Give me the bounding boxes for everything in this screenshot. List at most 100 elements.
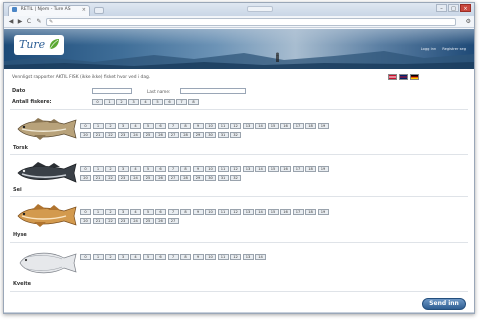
catch-kveite-button-14[interactable]: 14 (255, 254, 266, 260)
catch-hyse-button-10[interactable]: 10 (205, 209, 216, 215)
catch-kveite-button-11[interactable]: 11 (217, 254, 229, 260)
last-name-field[interactable] (180, 88, 246, 94)
catch-sei-button-28[interactable]: 28 (180, 175, 191, 181)
catch-torsk-button-23[interactable]: 23 (117, 132, 129, 138)
catch-sei-button-22[interactable]: 22 (105, 175, 116, 181)
catch-torsk-button-27[interactable]: 27 (167, 132, 179, 138)
catch-sei-button-5[interactable]: 5 (142, 166, 154, 172)
catch-hyse-button-20[interactable]: 20 (80, 218, 91, 224)
catch-torsk-button-7[interactable]: 7 (167, 123, 179, 129)
catch-torsk-button-22[interactable]: 22 (105, 132, 116, 138)
send-button[interactable]: Send inn (422, 298, 466, 310)
catch-hyse-button-8[interactable]: 8 (180, 209, 191, 215)
catch-sei-button-24[interactable]: 24 (130, 175, 141, 181)
catch-torsk-button-20[interactable]: 20 (80, 132, 91, 138)
fisher-count-button-5[interactable]: 5 (152, 99, 163, 105)
catch-torsk-button-28[interactable]: 28 (180, 132, 191, 138)
catch-torsk-button-29[interactable]: 29 (192, 132, 204, 138)
fisher-count-button-4[interactable]: 4 (140, 99, 151, 105)
norway-flag-icon[interactable] (388, 74, 397, 80)
forward-icon[interactable]: ▶ (16, 18, 24, 26)
catch-hyse-button-5[interactable]: 5 (142, 209, 154, 215)
catch-hyse-button-25[interactable]: 25 (142, 218, 154, 224)
catch-hyse-button-13[interactable]: 13 (242, 209, 254, 215)
catch-sei-button-20[interactable]: 20 (80, 175, 91, 181)
back-icon[interactable]: ◀ (7, 18, 15, 26)
uk-flag-icon[interactable] (399, 74, 408, 80)
reload-icon[interactable]: C (25, 18, 33, 26)
catch-sei-button-3[interactable]: 3 (117, 166, 129, 172)
catch-hyse-button-9[interactable]: 9 (192, 209, 204, 215)
fisher-count-button-6[interactable]: 6 (164, 99, 175, 105)
catch-sei-button-29[interactable]: 29 (192, 175, 204, 181)
catch-sei-button-23[interactable]: 23 (117, 175, 129, 181)
catch-kveite-button-12[interactable]: 12 (230, 254, 241, 260)
catch-hyse-button-3[interactable]: 3 (117, 209, 129, 215)
new-tab-button[interactable] (94, 7, 104, 14)
catch-sei-button-30[interactable]: 30 (205, 175, 216, 181)
catch-sei-button-27[interactable]: 27 (167, 175, 179, 181)
catch-hyse-button-22[interactable]: 22 (105, 218, 116, 224)
catch-torsk-button-16[interactable]: 16 (280, 123, 291, 129)
catch-kveite-button-0[interactable]: 0 (80, 254, 91, 260)
catch-torsk-button-14[interactable]: 14 (255, 123, 266, 129)
catch-hyse-button-11[interactable]: 11 (217, 209, 229, 215)
catch-torsk-button-18[interactable]: 18 (305, 123, 316, 129)
date-field[interactable] (92, 88, 132, 94)
catch-hyse-button-6[interactable]: 6 (155, 209, 166, 215)
catch-kveite-button-8[interactable]: 8 (180, 254, 191, 260)
catch-sei-button-21[interactable]: 21 (92, 175, 104, 181)
address-bar[interactable]: ✎ (46, 18, 456, 26)
catch-hyse-button-26[interactable]: 26 (155, 218, 166, 224)
catch-torsk-button-5[interactable]: 5 (142, 123, 154, 129)
catch-hyse-button-4[interactable]: 4 (130, 209, 141, 215)
catch-sei-button-25[interactable]: 25 (142, 175, 154, 181)
catch-sei-button-9[interactable]: 9 (192, 166, 204, 172)
catch-sei-button-8[interactable]: 8 (180, 166, 191, 172)
fisher-count-button-8[interactable]: 8 (188, 99, 199, 105)
catch-torsk-button-4[interactable]: 4 (130, 123, 141, 129)
germany-flag-icon[interactable] (410, 74, 419, 80)
catch-sei-button-6[interactable]: 6 (155, 166, 166, 172)
catch-torsk-button-31[interactable]: 31 (217, 132, 229, 138)
catch-torsk-button-11[interactable]: 11 (217, 123, 229, 129)
catch-torsk-button-17[interactable]: 17 (292, 123, 304, 129)
tab-close-icon[interactable]: × (82, 7, 86, 13)
catch-sei-button-19[interactable]: 19 (317, 166, 329, 172)
catch-torsk-button-12[interactable]: 12 (230, 123, 241, 129)
catch-sei-button-18[interactable]: 18 (305, 166, 316, 172)
catch-torsk-button-13[interactable]: 13 (242, 123, 254, 129)
catch-hyse-button-7[interactable]: 7 (167, 209, 179, 215)
catch-torsk-button-10[interactable]: 10 (205, 123, 216, 129)
catch-hyse-button-23[interactable]: 23 (117, 218, 129, 224)
catch-hyse-button-16[interactable]: 16 (280, 209, 291, 215)
catch-kveite-button-5[interactable]: 5 (142, 254, 154, 260)
catch-torsk-button-25[interactable]: 25 (142, 132, 154, 138)
fisher-count-button-7[interactable]: 7 (176, 99, 187, 105)
catch-sei-button-11[interactable]: 11 (217, 166, 229, 172)
catch-hyse-button-14[interactable]: 14 (255, 209, 266, 215)
catch-sei-button-10[interactable]: 10 (205, 166, 216, 172)
catch-sei-button-32[interactable]: 32 (230, 175, 241, 181)
catch-sei-button-1[interactable]: 1 (92, 166, 104, 172)
catch-sei-button-12[interactable]: 12 (230, 166, 241, 172)
catch-sei-button-16[interactable]: 16 (280, 166, 291, 172)
catch-hyse-button-19[interactable]: 19 (317, 209, 329, 215)
catch-hyse-button-21[interactable]: 21 (92, 218, 104, 224)
catch-hyse-button-27[interactable]: 27 (167, 218, 179, 224)
maximize-button[interactable]: □ (448, 4, 459, 12)
fisher-count-button-2[interactable]: 2 (116, 99, 127, 105)
wrench-icon[interactable]: ⚙ (466, 18, 471, 25)
catch-sei-button-7[interactable]: 7 (167, 166, 179, 172)
catch-hyse-button-15[interactable]: 15 (267, 209, 279, 215)
catch-hyse-button-17[interactable]: 17 (292, 209, 304, 215)
login-link[interactable]: Logg inn (421, 47, 436, 51)
browser-tab[interactable]: RETIL | Njem - Ture AS × (8, 5, 90, 16)
catch-kveite-button-7[interactable]: 7 (167, 254, 179, 260)
catch-kveite-button-9[interactable]: 9 (192, 254, 204, 260)
catch-kveite-button-13[interactable]: 13 (242, 254, 254, 260)
minimize-button[interactable]: – (436, 4, 447, 12)
register-link[interactable]: Registrer seg (442, 47, 466, 51)
catch-sei-button-2[interactable]: 2 (105, 166, 116, 172)
fisher-count-button-1[interactable]: 1 (104, 99, 115, 105)
